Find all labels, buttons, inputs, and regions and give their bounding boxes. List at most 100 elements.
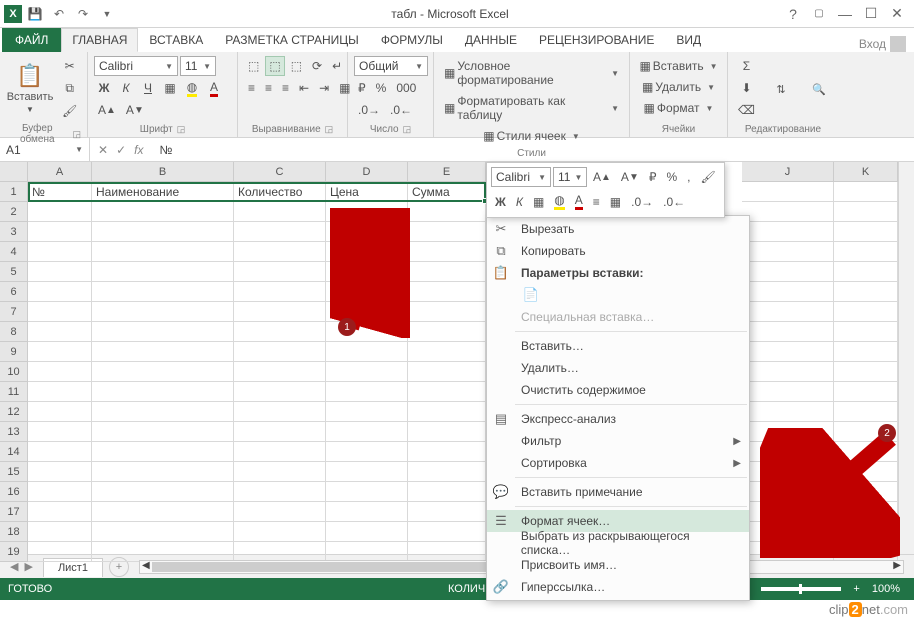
fx-icon[interactable]: fx <box>134 143 143 157</box>
cell[interactable] <box>408 342 486 362</box>
minimize-icon[interactable]: — <box>834 3 856 25</box>
vertical-scrollbar[interactable] <box>898 162 914 554</box>
cell[interactable] <box>408 302 486 322</box>
cell[interactable] <box>834 502 898 522</box>
cell[interactable] <box>742 242 834 262</box>
delete-cells-button[interactable]: ▦Удалить▼ <box>636 77 721 97</box>
tab-view[interactable]: ВИД <box>665 28 712 52</box>
cell[interactable] <box>92 302 234 322</box>
help-icon[interactable]: ? <box>782 3 804 25</box>
col-header-J[interactable]: J <box>742 162 834 182</box>
row-header[interactable]: 15 <box>0 462 28 482</box>
cell[interactable] <box>234 482 326 502</box>
cell[interactable] <box>234 262 326 282</box>
cell[interactable] <box>326 482 408 502</box>
mini-grow-font-icon[interactable]: A▲ <box>589 167 615 187</box>
format-cells-button[interactable]: ▦Формат▼ <box>636 98 721 118</box>
tab-review[interactable]: РЕЦЕНЗИРОВАНИЕ <box>528 28 665 52</box>
tab-file[interactable]: ФАЙЛ <box>2 28 61 52</box>
row-header[interactable]: 3 <box>0 222 28 242</box>
col-header-K[interactable]: K <box>834 162 898 182</box>
cell[interactable] <box>408 382 486 402</box>
cell[interactable] <box>92 222 234 242</box>
percent-icon[interactable]: % <box>372 78 391 98</box>
cell[interactable] <box>234 502 326 522</box>
ctx-quick-analysis[interactable]: ▤Экспресс-анализ <box>487 408 749 430</box>
cell[interactable]: Сумма <box>408 182 486 202</box>
cell[interactable] <box>408 482 486 502</box>
cell[interactable] <box>834 202 898 222</box>
cell[interactable] <box>92 362 234 382</box>
mini-italic-button[interactable]: К <box>512 192 527 212</box>
cell[interactable] <box>742 262 834 282</box>
ctx-insert[interactable]: Вставить… <box>487 335 749 357</box>
cell[interactable] <box>28 402 92 422</box>
tab-layout[interactable]: РАЗМЕТКА СТРАНИЦЫ <box>214 28 370 52</box>
cell[interactable] <box>326 222 408 242</box>
ctx-hyperlink[interactable]: 🔗Гиперссылка… <box>487 576 749 598</box>
row-header[interactable]: 10 <box>0 362 28 382</box>
cell[interactable] <box>834 262 898 282</box>
cell[interactable] <box>742 222 834 242</box>
cell[interactable] <box>234 362 326 382</box>
mini-size-select[interactable]: 11▼ <box>553 167 587 187</box>
row-header[interactable]: 9 <box>0 342 28 362</box>
border-button[interactable]: ▦ <box>160 78 180 98</box>
cell[interactable] <box>92 422 234 442</box>
comma-icon[interactable]: 000 <box>392 78 420 98</box>
cell[interactable] <box>28 342 92 362</box>
cell[interactable] <box>834 402 898 422</box>
cell[interactable] <box>92 242 234 262</box>
cell[interactable] <box>326 462 408 482</box>
paste-button[interactable]: 📋 Вставить ▼ <box>6 56 54 121</box>
cell[interactable] <box>28 222 92 242</box>
italic-button[interactable]: К <box>116 78 136 98</box>
cell[interactable] <box>408 362 486 382</box>
cell[interactable] <box>92 282 234 302</box>
increase-font-icon[interactable]: A▲ <box>94 100 120 120</box>
cell[interactable] <box>326 442 408 462</box>
cell[interactable] <box>742 382 834 402</box>
enter-fx-icon[interactable]: ✓ <box>116 143 126 157</box>
row-header[interactable]: 8 <box>0 322 28 342</box>
mini-percent-icon[interactable]: % <box>662 167 681 187</box>
cell[interactable] <box>408 522 486 542</box>
close-icon[interactable]: ✕ <box>886 3 908 25</box>
mini-center-icon[interactable]: ≡ <box>589 192 604 212</box>
tab-insert[interactable]: ВСТАВКА <box>138 28 214 52</box>
zoom-slider[interactable] <box>761 587 841 591</box>
mini-merge-icon[interactable]: ▦ <box>606 192 625 212</box>
cell[interactable] <box>408 202 486 222</box>
ctx-sort[interactable]: Сортировка▶ <box>487 452 749 474</box>
cell[interactable] <box>742 462 834 482</box>
cell[interactable]: Количество <box>234 182 326 202</box>
undo-icon[interactable]: ↶ <box>48 3 70 25</box>
ctx-delete[interactable]: Удалить… <box>487 357 749 379</box>
cell[interactable] <box>234 222 326 242</box>
format-table-button[interactable]: ▦Форматировать как таблицу▼ <box>440 91 623 125</box>
cell[interactable] <box>28 322 92 342</box>
cell[interactable] <box>408 222 486 242</box>
cell[interactable] <box>92 502 234 522</box>
cell[interactable] <box>326 282 408 302</box>
name-box[interactable]: A1▼ <box>0 138 90 161</box>
row-header[interactable]: 14 <box>0 442 28 462</box>
increase-indent-icon[interactable]: ⇥ <box>315 78 333 98</box>
col-header-E[interactable]: E <box>408 162 486 182</box>
ctx-cut[interactable]: ✂Вырезать <box>487 218 749 240</box>
ctx-copy[interactable]: ⧉Копировать <box>487 240 749 262</box>
number-format-select[interactable]: Общий▼ <box>354 56 428 76</box>
row-header[interactable]: 4 <box>0 242 28 262</box>
cell[interactable] <box>92 482 234 502</box>
cell[interactable] <box>834 182 898 202</box>
cell[interactable] <box>326 402 408 422</box>
cell[interactable] <box>92 202 234 222</box>
cell[interactable] <box>92 462 234 482</box>
font-size-select[interactable]: 11▼ <box>180 56 216 76</box>
align-left-icon[interactable]: ≡ <box>244 78 259 98</box>
tab-formulas[interactable]: ФОРМУЛЫ <box>370 28 454 52</box>
cell[interactable] <box>834 222 898 242</box>
cell[interactable] <box>742 322 834 342</box>
ctx-paste-default[interactable]: 📄 <box>487 284 749 306</box>
format-painter-icon[interactable]: 🖌 <box>58 101 81 121</box>
